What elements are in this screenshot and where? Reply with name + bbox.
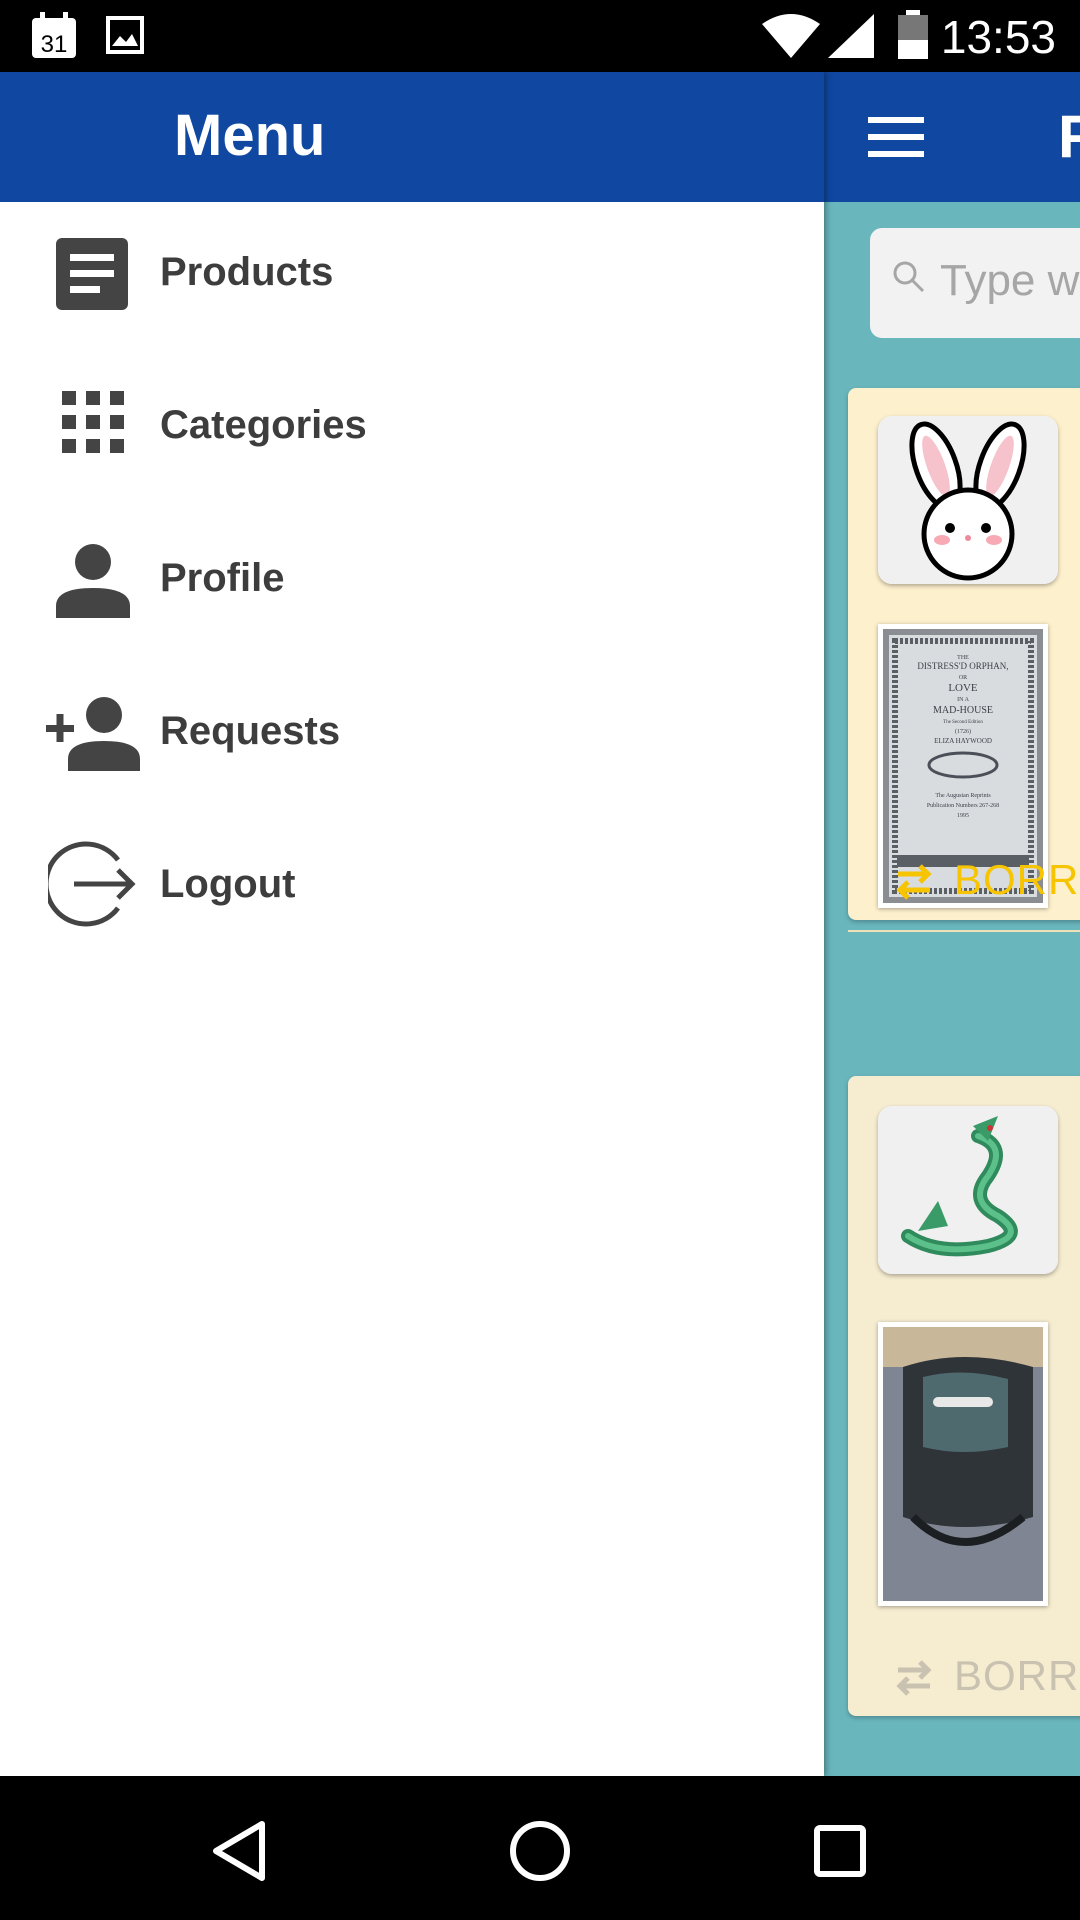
search-placeholder: Type wo — [940, 256, 1080, 305]
status-bar: 31 13:53 — [0, 0, 1080, 72]
swap-icon — [894, 1660, 934, 1701]
search-icon — [892, 260, 926, 299]
grid-icon — [62, 391, 150, 471]
product-card[interactable]: THE DISTRESS'D ORPHAN, OR LOVE IN A MAD-… — [848, 388, 1080, 932]
drawer-item-label: Categories — [160, 403, 367, 447]
search-input[interactable]: Type wo — [870, 228, 1080, 338]
battery-icon — [896, 10, 930, 65]
product-card[interactable]: BORRO — [848, 1076, 1080, 1716]
svg-text:OR: OR — [959, 675, 967, 681]
swap-icon — [894, 864, 934, 905]
drawer-item-label: Products — [160, 250, 334, 294]
clock: 13:53 — [940, 11, 1056, 63]
drawer-title: Menu — [174, 103, 326, 168]
borrow-button[interactable]: BORRO — [848, 1630, 1080, 1720]
drawer-item-products[interactable]: Products — [0, 202, 824, 352]
navigation-bar — [0, 1776, 1080, 1920]
svg-text:The Second Edition: The Second Edition — [943, 720, 983, 725]
drawer-item-label: Logout — [160, 862, 296, 906]
drawer-header: Menu — [0, 72, 824, 202]
drawer-item-profile[interactable]: Profile — [0, 508, 824, 658]
svg-text:ELIZA HAYWOOD: ELIZA HAYWOOD — [934, 737, 992, 745]
back-icon[interactable] — [206, 1816, 276, 1886]
drawer-item-categories[interactable]: Categories — [0, 355, 824, 505]
drawer-item-requests[interactable]: Requests — [0, 661, 824, 811]
dragon-image — [878, 1106, 1058, 1274]
card-divider — [848, 930, 1080, 932]
borrow-button[interactable]: BORRO — [848, 834, 1080, 924]
main-screen: F Type wo — [0, 72, 1080, 1776]
image-icon — [106, 16, 144, 59]
drawer-item-label: Requests — [160, 709, 341, 753]
svg-text:DISTRESS'D ORPHAN,: DISTRESS'D ORPHAN, — [917, 661, 1008, 671]
wifi-icon — [762, 14, 820, 63]
drawer-item-logout[interactable]: Logout — [0, 814, 824, 964]
svg-text:MAD-HOUSE: MAD-HOUSE — [933, 705, 993, 716]
logout-icon — [43, 840, 136, 927]
svg-text:Publication Numbers 267-268: Publication Numbers 267-268 — [927, 803, 999, 809]
navigation-drawer: Menu Products Categories Profile Request… — [0, 72, 824, 1776]
app-title: F — [1058, 103, 1080, 170]
borrow-label: BORRO — [954, 1652, 1080, 1699]
svg-text:LOVE: LOVE — [948, 682, 978, 694]
home-icon[interactable] — [505, 1816, 575, 1886]
svg-text:IN A: IN A — [957, 697, 970, 703]
signal-icon — [828, 14, 874, 63]
svg-text:The Augustan Reprints: The Augustan Reprints — [935, 793, 991, 799]
svg-text:(1726): (1726) — [955, 728, 971, 735]
svg-text:1995: 1995 — [957, 813, 969, 819]
backpack-photo — [878, 1322, 1048, 1606]
hamburger-menu-icon[interactable] — [868, 117, 924, 157]
calendar-icon: 31 — [30, 12, 78, 65]
article-icon — [56, 238, 144, 318]
svg-text:31: 31 — [41, 31, 68, 58]
recents-icon[interactable] — [805, 1816, 875, 1886]
person-add-icon — [46, 697, 140, 777]
bunny-image — [878, 416, 1058, 584]
person-icon — [56, 544, 144, 624]
drawer-item-label: Profile — [160, 556, 285, 600]
borrow-label: BORRO — [954, 856, 1080, 903]
